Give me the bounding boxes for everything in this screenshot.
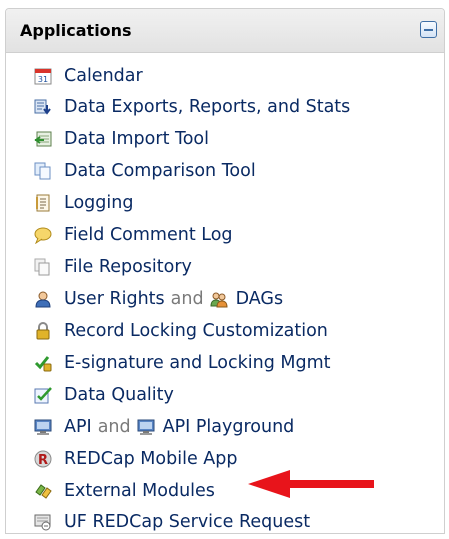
annotation-arrow-icon	[248, 470, 374, 498]
